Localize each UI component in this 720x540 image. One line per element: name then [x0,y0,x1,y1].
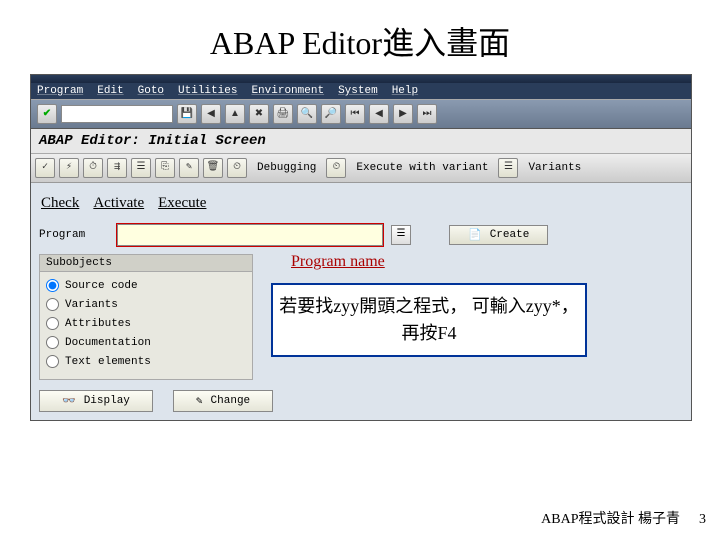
pencil-icon: ✎ [196,394,203,408]
program-input[interactable] [117,224,383,246]
firstpage-icon[interactable]: ⏮ [345,104,365,124]
radio-text-input[interactable] [46,355,59,368]
nextpage-icon[interactable]: ▶ [393,104,413,124]
annot-check: Check [41,195,79,212]
back-icon[interactable]: ◀ [201,104,221,124]
create-label: Create [490,229,530,241]
radio-text-label: Text elements [65,356,151,368]
radio-documentation-input[interactable] [46,336,59,349]
menu-bar: Program Edit Goto Utilities Environment … [31,83,691,99]
find-icon[interactable]: 🔍 [297,104,317,124]
body-area: Check Activate Execute Program ☰ 📄 Creat… [31,183,691,420]
radio-attributes[interactable]: Attributes [46,314,246,333]
annot-execute: Execute [158,195,206,212]
titlebar [31,75,691,83]
copy-icon[interactable]: ⎘ [155,158,175,178]
hint-callout: 若要找zyy開頭之程式， 可輸入zyy*，再按F4 [271,283,587,357]
radio-documentation-label: Documentation [65,337,151,349]
display-label: Display [84,395,130,407]
rename-icon[interactable]: ✎ [179,158,199,178]
standard-toolbar: ✔ 💾 ◀ ▲ ✖ 🖨 🔍 🔎 ⏮ ◀ ▶ ⏭ [31,99,691,129]
menu-goto[interactable]: Goto [138,85,164,97]
objlist-icon[interactable]: ☰ [131,158,151,178]
slide-title: ABAP Editor進入畫面 [0,0,720,74]
radio-source[interactable]: Source code [46,276,246,295]
activate-icon[interactable]: ⚡ [59,158,79,178]
radio-variants-input[interactable] [46,298,59,311]
command-field[interactable] [61,105,173,123]
prevpage-icon[interactable]: ◀ [369,104,389,124]
annot-activate: Activate [93,195,144,212]
exec-variant-icon[interactable]: ⏲ [326,158,346,178]
menu-environment[interactable]: Environment [251,85,324,97]
menu-program[interactable]: Program [37,85,83,97]
exit-icon[interactable]: ▲ [225,104,245,124]
enter-icon[interactable]: ✔ [37,104,57,124]
menu-edit[interactable]: Edit [97,85,123,97]
radio-variants[interactable]: Variants [46,295,246,314]
radio-documentation[interactable]: Documentation [46,333,246,352]
screen-title: ABAP Editor: Initial Screen [31,129,691,154]
annot-program-name: Program name [291,253,385,271]
slide-footer: ABAP程式設計 楊子青 3 [541,508,680,528]
annotation-row: Check Activate Execute [41,195,681,212]
variants-icon[interactable]: ☰ [498,158,518,178]
menu-help[interactable]: Help [392,85,418,97]
f4-help-icon[interactable]: ☰ [391,225,411,245]
subobjects-group: Subobjects Source code Variants Attribut… [39,254,253,380]
exec-variant-label[interactable]: Execute with variant [350,162,494,174]
bottom-buttons: 👓 Display ✎ Change [39,390,683,412]
app-toolbar: ✓ ⚡ ⏱ ⇶ ☰ ⎘ ✎ 🗑 ⏲ Debugging ⏲ Execute wi… [31,154,691,183]
sap-window: Program Edit Goto Utilities Environment … [30,74,692,421]
page-number: 3 [699,512,706,528]
display-button[interactable]: 👓 Display [39,390,153,412]
menu-utilities[interactable]: Utilities [178,85,237,97]
debug-icon[interactable]: ⏲ [227,158,247,178]
print-icon[interactable]: 🖨 [273,104,293,124]
glasses-icon: 👓 [62,394,76,408]
check-icon[interactable]: ✓ [35,158,55,178]
change-button[interactable]: ✎ Change [173,390,273,412]
footer-text: ABAP程式設計 楊子青 [541,512,680,527]
delete-icon[interactable]: 🗑 [203,158,223,178]
findnext-icon[interactable]: 🔎 [321,104,341,124]
program-label: Program [39,229,109,241]
create-icon: 📄 [468,228,482,242]
debugging-label[interactable]: Debugging [251,162,322,174]
subobjects-header: Subobjects [40,255,252,272]
execute-icon[interactable]: ⏱ [83,158,103,178]
radio-source-label: Source code [65,280,138,292]
program-row: Program ☰ 📄 Create [39,224,683,246]
radio-variants-label: Variants [65,299,118,311]
variants-label[interactable]: Variants [522,162,587,174]
create-button[interactable]: 📄 Create [449,225,548,245]
radio-attributes-label: Attributes [65,318,131,330]
lastpage-icon[interactable]: ⏭ [417,104,437,124]
cancel-icon[interactable]: ✖ [249,104,269,124]
menu-system[interactable]: System [338,85,378,97]
change-label: Change [211,395,251,407]
radio-attributes-input[interactable] [46,317,59,330]
radio-source-input[interactable] [46,279,59,292]
save-icon[interactable]: 💾 [177,104,197,124]
radio-text[interactable]: Text elements [46,352,246,371]
where-used-icon[interactable]: ⇶ [107,158,127,178]
